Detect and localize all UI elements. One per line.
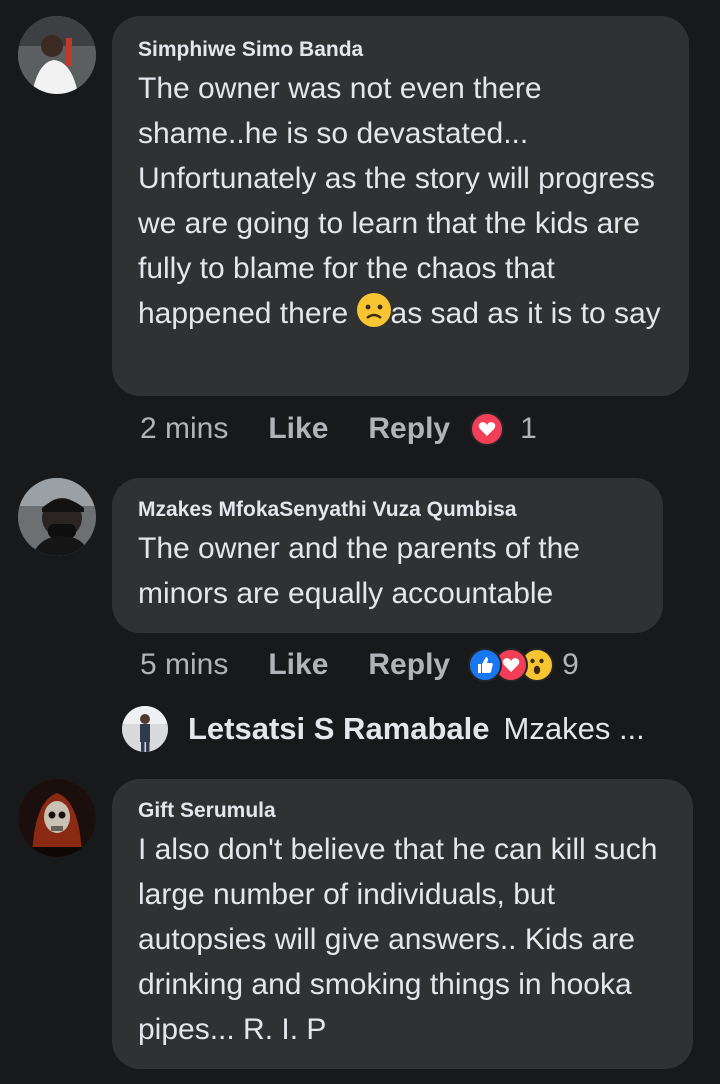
reply-preview[interactable]: Letsatsi S Ramabale Mzakes ... (122, 706, 645, 752)
avatar[interactable] (122, 706, 168, 752)
reaction-count: 9 (562, 648, 579, 681)
avatar-photo (18, 16, 96, 94)
comment-bubble: Mzakes MfokaSenyathi Vuza Qumbisa The ow… (112, 478, 663, 633)
avatar[interactable] (18, 779, 96, 857)
comment-time[interactable]: 2 mins (140, 412, 228, 446)
comment-bubble: Gift Serumula I also don't believe that … (112, 779, 693, 1069)
reaction-count: 1 (520, 412, 537, 445)
reply-button[interactable]: Reply (368, 648, 450, 682)
sad-emoji-icon (356, 293, 391, 327)
comment-time[interactable]: 5 mins (140, 648, 228, 682)
reactions-summary[interactable]: 9 (468, 648, 579, 682)
avatar-photo (18, 779, 96, 857)
comment-actions: 5 mins Like Reply 9 (140, 648, 579, 682)
avatar-photo (18, 478, 96, 556)
avatar-photo (122, 706, 168, 752)
reply-button[interactable]: Reply (368, 412, 450, 446)
reply-author[interactable]: Letsatsi S Ramabale (188, 711, 490, 747)
comment-bubble: Simphiwe Simo Banda The owner was not ev… (112, 16, 689, 396)
comment-text: The owner was not even there shame..he i… (138, 72, 661, 330)
comment-text: The owner and the parents of the minors … (138, 532, 580, 610)
like-button[interactable]: Like (268, 412, 328, 446)
avatar[interactable] (18, 16, 96, 94)
love-reaction-icon (470, 412, 505, 446)
like-button[interactable]: Like (268, 648, 328, 682)
avatar[interactable] (18, 478, 96, 556)
comment-author[interactable]: Simphiwe Simo Banda (138, 38, 663, 62)
comment-author[interactable]: Mzakes MfokaSenyathi Vuza Qumbisa (138, 498, 637, 522)
comment-text: I also don't believe that he can kill su… (138, 833, 658, 1046)
like-reaction-icon (468, 648, 503, 682)
comment-actions: 2 mins Like Reply 1 (140, 412, 537, 446)
comment-author[interactable]: Gift Serumula (138, 799, 667, 823)
reply-text[interactable]: Mzakes ... (504, 711, 645, 747)
reactions-summary[interactable]: 1 (470, 412, 537, 446)
